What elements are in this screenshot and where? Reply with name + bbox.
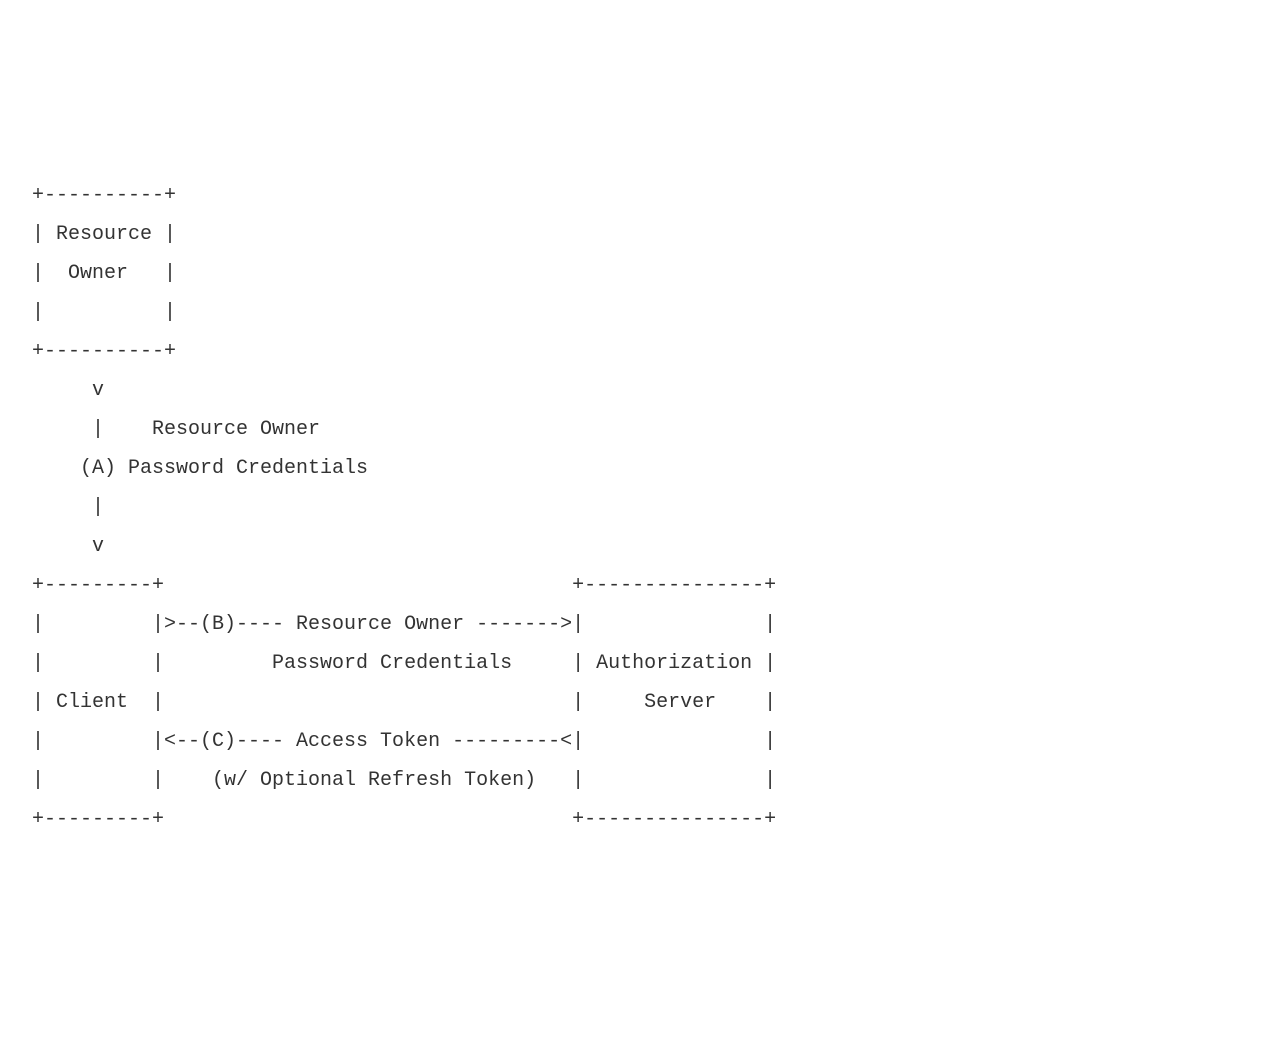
- diagram-line-3: | |: [20, 301, 176, 324]
- diagram-line-1: | Resource |: [20, 223, 176, 246]
- diagram-line-2: | Owner |: [20, 262, 176, 285]
- diagram-line-13: | Client | | Server |: [20, 691, 776, 714]
- diagram-line-9: v: [20, 535, 104, 558]
- diagram-line-4: +----------+: [20, 340, 176, 363]
- diagram-line-6: | Resource Owner: [20, 418, 320, 441]
- diagram-line-11: | |>--(B)---- Resource Owner ------->| |: [20, 613, 776, 636]
- diagram-line-0: +----------+: [20, 184, 176, 207]
- diagram-line-14: | |<--(C)---- Access Token ---------<| |: [20, 730, 776, 753]
- diagram-line-8: |: [20, 496, 104, 519]
- diagram-line-10: +---------+ +---------------+: [20, 574, 776, 597]
- diagram-line-12: | | Password Credentials | Authorization…: [20, 652, 776, 675]
- diagram-line-16: +---------+ +---------------+: [20, 808, 776, 831]
- diagram-line-7: (A) Password Credentials: [20, 457, 368, 480]
- diagram-line-15: | | (w/ Optional Refresh Token) | |: [20, 769, 776, 792]
- diagram-line-5: v: [20, 379, 104, 402]
- oauth-password-flow-diagram: +----------+ | Resource | | Owner | | | …: [20, 137, 1247, 839]
